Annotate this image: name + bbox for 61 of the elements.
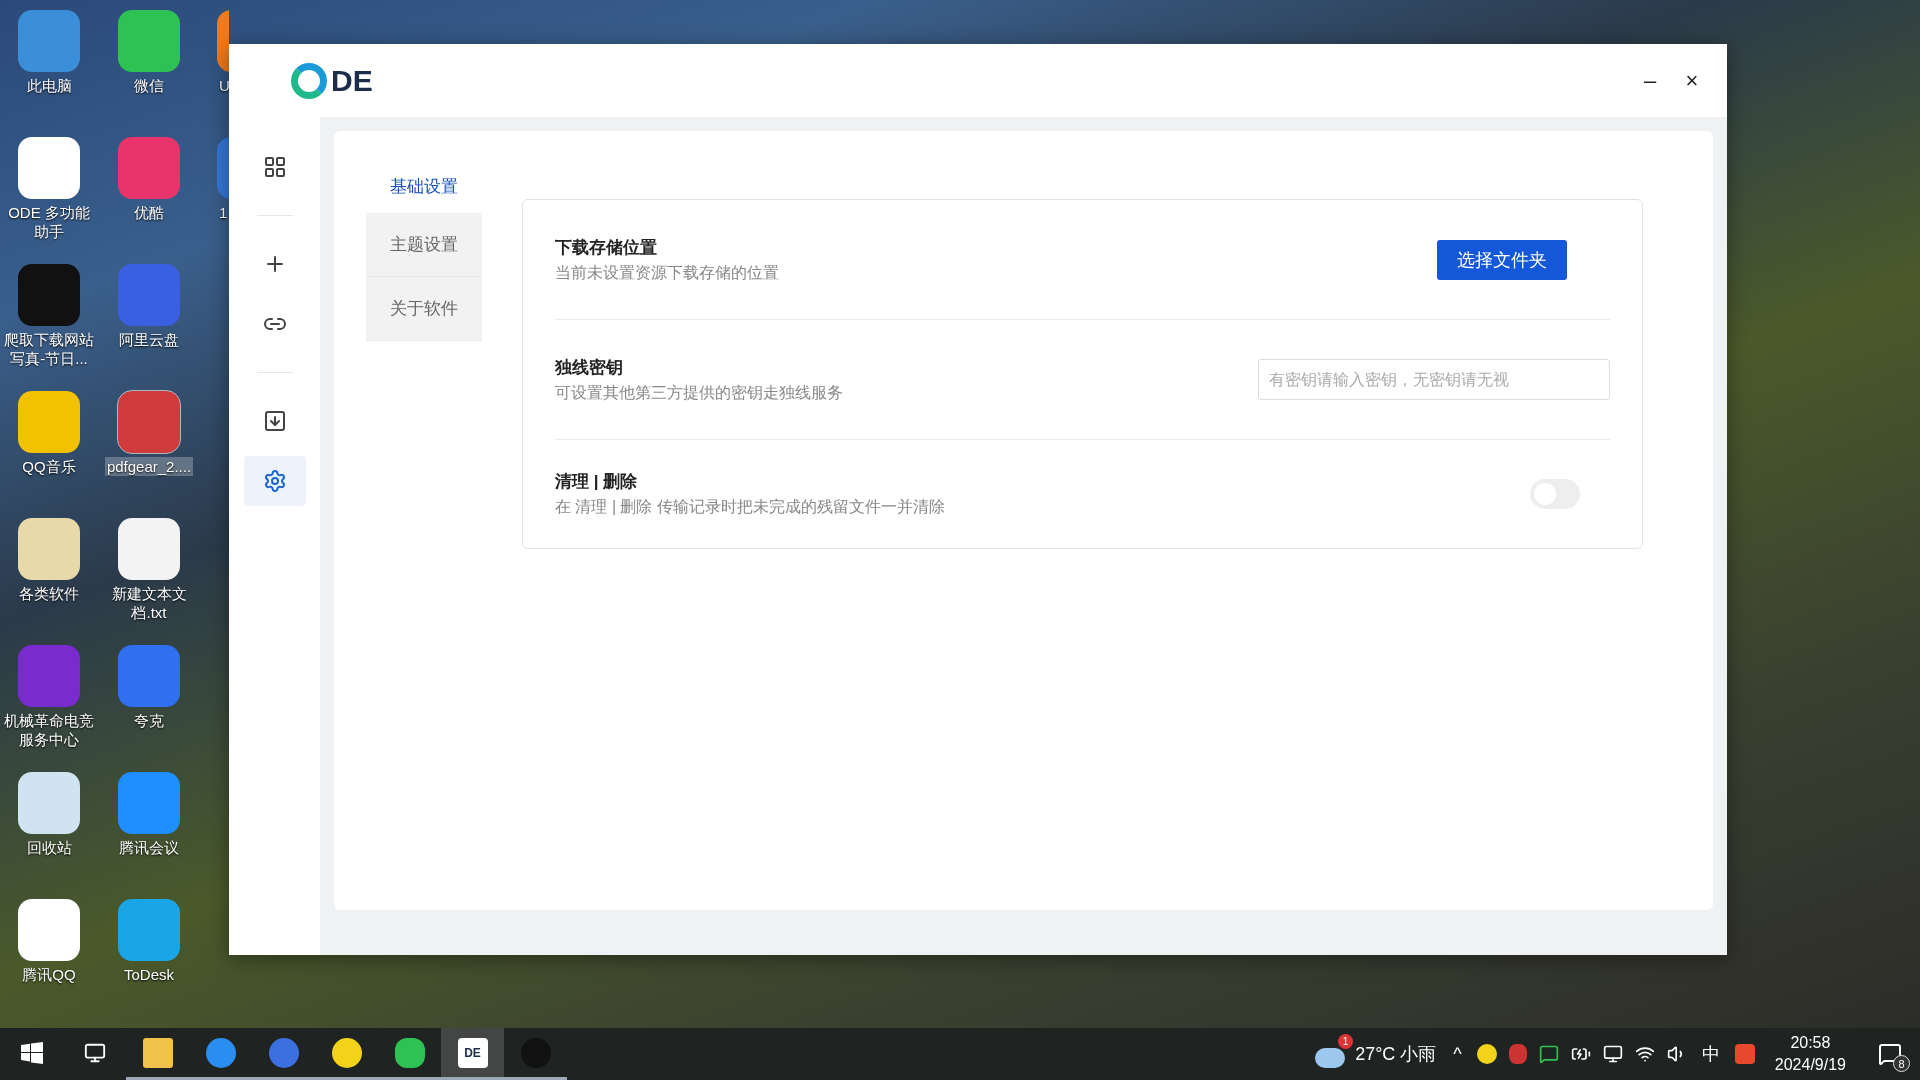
app-icon[interactable]	[118, 518, 180, 580]
desktop-icon-label: 腾讯QQ	[21, 965, 77, 984]
taskbar-app[interactable]: DE	[441, 1028, 504, 1080]
app-icon[interactable]	[18, 518, 80, 580]
desktop-icon-label: 1	[218, 203, 229, 222]
key-input-field[interactable]: 有密钥请输入密钥，无密钥请无视	[1258, 359, 1610, 400]
setting-title: 下载存储位置	[555, 236, 658, 259]
notification-icon	[1878, 1042, 1902, 1066]
desktop-icon-label: 回收站	[25, 838, 73, 857]
setting-title: 清理 | 删除	[555, 471, 639, 493]
input-method-button[interactable]: 中	[1692, 1028, 1729, 1080]
desktop-icon-label: 阿里云盘	[118, 330, 180, 349]
ode-logo-icon: DE	[457, 1037, 488, 1068]
setting-title: 独线密钥	[555, 356, 624, 379]
desktop-icon-label: ODE 多功能助手	[7, 203, 91, 241]
settings-tab[interactable]: 主题设置	[366, 213, 482, 277]
minimize-button[interactable]: –	[1629, 60, 1671, 101]
notification-button[interactable]: 8	[1860, 1028, 1920, 1080]
choose-folder-button[interactable]: 选择文件夹	[1437, 239, 1567, 280]
tray-expand-button[interactable]: ^	[1444, 1028, 1471, 1080]
clock-time: 20:58	[1790, 1033, 1831, 1053]
app-icon[interactable]	[18, 137, 80, 199]
ring-logo-icon	[291, 62, 327, 99]
close-button[interactable]: ×	[1671, 60, 1713, 101]
desktop-icon-label: 机械革命电竞服务中心	[3, 711, 95, 749]
windows-logo-icon	[20, 1041, 43, 1064]
app-icon[interactable]	[18, 772, 80, 834]
wifi-icon	[1634, 1044, 1655, 1064]
download-icon	[262, 409, 287, 433]
nav-button[interactable]	[243, 456, 306, 506]
weather-badge: 1	[1338, 1034, 1354, 1049]
apps-grid-icon	[262, 155, 287, 179]
desktop-icon-label: U	[218, 76, 229, 95]
app-logo: DE	[331, 63, 373, 98]
setting-description: 可设置其他第三方提供的密钥走独线服务	[555, 382, 844, 403]
app-icon[interactable]	[18, 899, 80, 961]
settings-tab[interactable]: 关于软件	[366, 277, 482, 341]
notification-count: 8	[1893, 1055, 1910, 1072]
task-view-icon	[83, 1041, 106, 1064]
desktop-icon-label: 新建文本文档.txt	[110, 584, 188, 622]
chat-icon	[1538, 1044, 1559, 1064]
desktop-icon-label: QQ音乐	[21, 457, 77, 476]
desktop-icon-label: 此电脑	[25, 76, 73, 95]
desktop-icon-label: 夸克	[133, 711, 165, 730]
setting-description: 当前未设置资源下载存储的位置	[555, 262, 780, 283]
desktop-icon-label: 各类软件	[18, 584, 80, 603]
settings-tab[interactable]: 基础设置	[366, 159, 482, 213]
settings-icon	[262, 469, 287, 493]
weather-icon[interactable]	[1315, 1048, 1346, 1068]
clock-date: 2024/9/19	[1774, 1055, 1846, 1075]
desktop-icon-label: 微信	[133, 76, 165, 95]
display-icon	[1602, 1044, 1623, 1064]
desktop-icon-label: ToDesk	[123, 965, 175, 984]
desktop-icon-label: 腾讯会议	[118, 838, 180, 857]
app-icon[interactable]	[18, 391, 80, 453]
folder-icon	[142, 1037, 173, 1068]
desktop-icon-label: 爬取下载网站写真-节日...	[3, 330, 95, 368]
clock[interactable]: 20:58 2024/9/19	[1760, 1032, 1860, 1076]
desktop-icon-label: 优酷	[133, 203, 165, 222]
setting-description: 在 清理 | 删除 传输记录时把未完成的残留文件一并清除	[555, 497, 946, 517]
desktop-icon-label: pdfgear_2....	[104, 457, 194, 476]
